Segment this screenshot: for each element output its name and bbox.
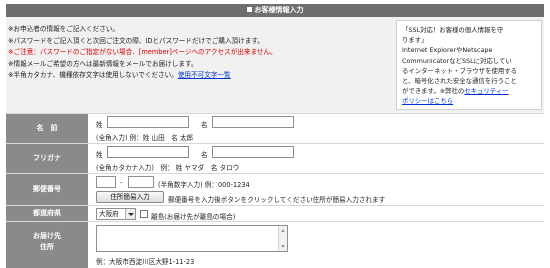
- security-policy-link-continued[interactable]: ポリシーはこちら: [402, 97, 453, 105]
- square-bullet-icon: [246, 7, 252, 12]
- ssl-text: ができます。※弊社のセキュリティー: [402, 86, 536, 96]
- sei-label: 姓: [96, 121, 103, 129]
- address-row: お届け先 住所 例：大阪市西淀川区大野1-11-23: [6, 221, 544, 268]
- note-line: ※パスワードをご記入頂くと次回ご注文の際、IDとパスワードだけでご購入頂けます。: [8, 36, 264, 45]
- address-values: 例：大阪市西淀川区大野1-11-23: [88, 222, 544, 268]
- furigana-label: フリガナ: [6, 144, 88, 173]
- address-label-cell: お届け先 住所: [6, 222, 88, 268]
- furigana-sei-input[interactable]: [107, 146, 189, 158]
- postal-values: - (半角数字入力) 例：000-1234 住所簡易入力 郵便番号を入力後ボタン…: [88, 174, 544, 205]
- note-line: ※半角カタカナ、機種依存文字は使用しないでください。使用不可文字一覧: [8, 70, 388, 82]
- address-autofill-button[interactable]: 住所簡易入力: [96, 191, 164, 203]
- chevron-down-icon: [125, 209, 135, 219]
- address-label-line2: 住所: [40, 243, 54, 251]
- note-warning: ※ご注意：パスワードのご指定がない場合、[member]ページへのアクセスが出来…: [8, 48, 277, 56]
- ssl-text: ります」: [402, 36, 428, 45]
- customer-info-form-page: お客様情報入力 ※お申込者の情報をご記入ください。 ※パスワードをご記入頂くと次…: [0, 0, 550, 268]
- name-hint: (全角入力) 例：姓 山田 名 太郎: [96, 134, 194, 142]
- ssl-text: Internet ExplorerやNetscape: [402, 46, 493, 55]
- name-values: 姓 名 (全角入力) 例：姓 山田 名 太郎: [88, 114, 544, 143]
- postal-dash: -: [120, 179, 123, 187]
- remote-island-checkbox[interactable]: [140, 210, 148, 218]
- ssl-text: と、暗号化された安全な通信を行うこと: [402, 77, 517, 86]
- ssl-text: るインターネット・ブラウザを使用する: [402, 66, 518, 75]
- furigana-hint: (全角カタカナ入力) 例： 姓 ヤマダ 名 タロウ: [96, 164, 240, 172]
- name-row: 名 前 姓 名 (全角入力) 例：姓 山田 名 太郎: [6, 113, 544, 143]
- note-text: ※半角カタカナ、機種依存文字は使用しないでください。: [8, 71, 178, 79]
- section-title: お客様情報入力: [254, 6, 304, 14]
- textarea-scrollbar[interactable]: [278, 226, 287, 251]
- notes-list: ※お申込者の情報をご記入ください。 ※パスワードをご記入頂くと次回ご注文の際、I…: [8, 24, 388, 82]
- postal-label: 郵便番号: [6, 174, 88, 205]
- security-policy-link[interactable]: セキュリティー: [464, 87, 508, 95]
- ssl-text: 「SSL対応！お客様の個人情報を守: [402, 26, 504, 34]
- name-sei-input[interactable]: [107, 116, 189, 128]
- postal-note: 郵便番号を入力後ボタンをクリックしてください住所が簡易入力されます: [168, 196, 386, 204]
- prefecture-row: 都道府県 大阪府 離島(お届け先が離島の場合): [6, 205, 544, 221]
- prefecture-selected-value: 大阪府: [99, 210, 119, 218]
- name-mei-input[interactable]: [212, 116, 294, 128]
- ssl-text-prefix: ができます。※弊社の: [402, 87, 465, 96]
- prefecture-select[interactable]: 大阪府: [96, 208, 136, 220]
- prefecture-values: 大阪府 離島(お届け先が離島の場合): [88, 206, 544, 221]
- postal-hint: (半角数字入力) 例：000-1234: [158, 181, 250, 189]
- furigana-mei-input[interactable]: [212, 146, 294, 158]
- mei-label: 名: [201, 121, 208, 129]
- mei-label: 名: [201, 151, 208, 159]
- note-line: ※お申込者の情報をご記入ください。: [8, 25, 120, 33]
- furigana-row: フリガナ 姓 名 (全角カタカナ入力) 例： 姓 ヤマダ 名 タロウ: [6, 143, 544, 173]
- ssl-text: ポリシーはこちら: [402, 96, 536, 106]
- prefecture-label: 都道府県: [6, 206, 88, 221]
- postal-second-input[interactable]: [128, 176, 154, 188]
- postal-first-input[interactable]: [96, 176, 116, 188]
- address-example: 例：大阪市西淀川区大野1-11-23: [96, 258, 195, 266]
- sei-label: 姓: [96, 151, 103, 159]
- address-label: お届け先: [33, 232, 61, 240]
- ssl-text: CommunicatorなどSSLに対応してい: [402, 56, 512, 65]
- section-header: お客様情報入力: [6, 4, 544, 17]
- remote-island-label: 離島(お届け先が離島の場合): [151, 213, 236, 221]
- unusable-characters-link[interactable]: 使用不可文字一覧: [178, 71, 231, 79]
- name-label: 名 前: [6, 114, 88, 143]
- note-line: ※情報メールご希望の方へは最新情報をメールでお届けします。: [8, 59, 198, 68]
- ssl-info-box: 「SSL対応！お客様の個人情報を守 ります」 Internet Explorer…: [396, 20, 542, 110]
- address-textarea[interactable]: [96, 225, 288, 252]
- postal-row: 郵便番号 - (半角数字入力) 例：000-1234 住所簡易入力 郵便番号を入…: [6, 173, 544, 205]
- furigana-values: 姓 名 (全角カタカナ入力) 例： 姓 ヤマダ 名 タロウ: [88, 144, 544, 173]
